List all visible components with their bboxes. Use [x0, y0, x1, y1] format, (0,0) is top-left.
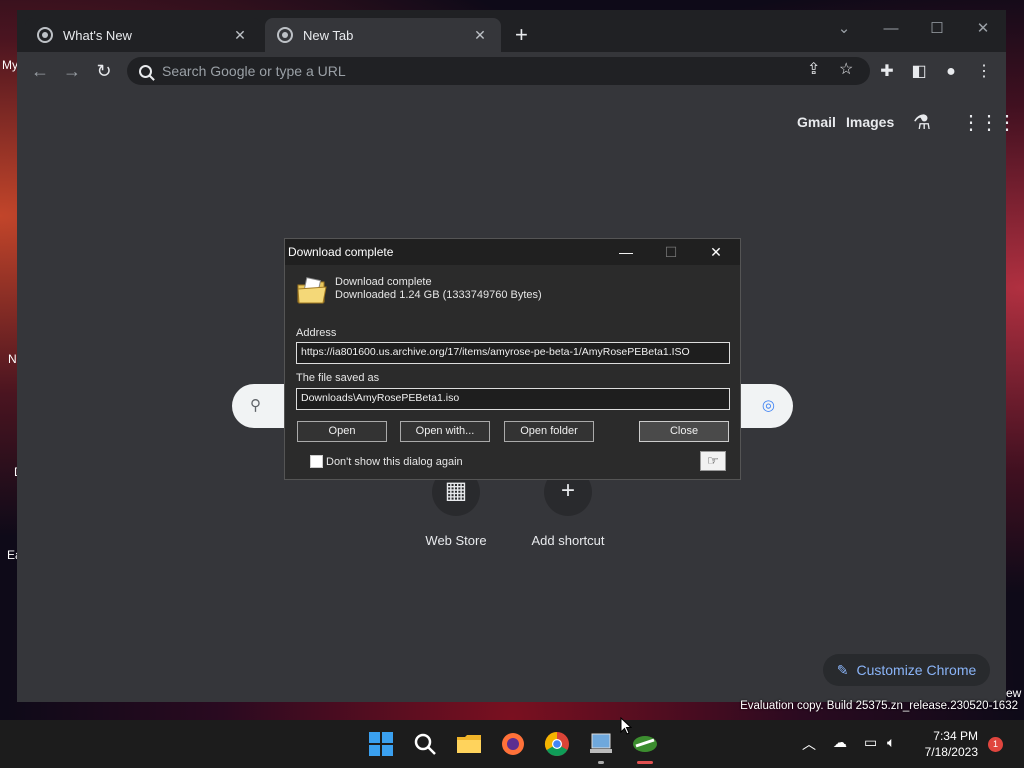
remote-desktop-icon[interactable] — [586, 729, 616, 759]
evaluation-watermark: Evaluation copy. Build 25375.zn_release.… — [740, 700, 1018, 712]
search-icon — [139, 64, 152, 78]
windows-start-icon[interactable] — [366, 729, 396, 759]
clock-time: 7:34 PM — [933, 729, 978, 743]
shortcut-web-store[interactable]: ▦ Web Store — [406, 468, 506, 548]
close-window-button[interactable]: ✕ — [960, 14, 1006, 44]
file-explorer-icon[interactable] — [454, 729, 484, 759]
dialog-body: Download complete Downloaded 1.24 GB (13… — [285, 265, 740, 479]
volume-speaker-icon[interactable]: 🔈︎ — [887, 734, 895, 751]
bookmark-star-icon[interactable]: ☆ — [839, 59, 853, 79]
close-button[interactable]: Close — [639, 421, 729, 442]
images-link[interactable]: Images — [846, 114, 894, 130]
tab-whats-new[interactable]: What's New ✕ — [25, 18, 261, 52]
chrome-menu-icon[interactable]: ⋮ — [970, 58, 998, 86]
saved-path-field[interactable]: Downloads\AmyRosePEBeta1.iso — [296, 388, 730, 410]
new-tab-button[interactable]: + — [515, 24, 528, 46]
tab-new-tab[interactable]: New Tab ✕ — [265, 18, 501, 52]
saved-as-label: The file saved as — [296, 372, 380, 384]
tab-title: What's New — [63, 27, 132, 43]
system-clock[interactable]: 7:34 PM 7/18/2023 — [925, 728, 978, 760]
browser-toolbar: ← → ↻ Search Google or type a URL ⇪ ☆ ✚ … — [17, 52, 1006, 90]
minimize-button[interactable]: — — [868, 14, 914, 44]
show-hidden-icons-chevron-icon[interactable]: ︿ — [802, 734, 816, 754]
dialog-minimize-button[interactable]: — — [604, 241, 648, 263]
drag-hand-icon[interactable]: ☞ — [700, 451, 726, 471]
dialog-close-button[interactable]: ✕ — [694, 241, 738, 263]
desktop-fragment-text: ew — [1006, 686, 1022, 700]
search-icon: ⚲ — [250, 397, 261, 414]
side-panel-icon[interactable]: ◧ — [905, 58, 933, 86]
open-with-button[interactable]: Open with... — [400, 421, 490, 442]
taskbar: ︿ ☁ ▭ 🔈︎ 7:34 PM 7/18/2023 — [0, 720, 1024, 768]
download-folder-icon — [297, 277, 327, 304]
running-indicator — [598, 761, 604, 764]
address-bar[interactable]: Search Google or type a URL — [127, 57, 870, 85]
back-arrow-icon[interactable]: ← — [26, 58, 54, 86]
customize-chrome-button[interactable]: ✎ Customize Chrome — [823, 654, 990, 686]
firefox-icon[interactable] — [498, 729, 528, 759]
download-complete-dialog: Download complete — ☐ ✕ Download complet… — [284, 238, 741, 480]
tab-close-icon[interactable]: ✕ — [471, 27, 489, 44]
gmail-link[interactable]: Gmail — [797, 114, 836, 130]
customize-label: Customize Chrome — [856, 662, 977, 678]
profile-avatar-icon[interactable]: ● — [937, 58, 965, 86]
chrome-favicon-icon — [37, 27, 53, 43]
dialog-title: Download complete — [288, 245, 394, 259]
desktop-icon-label[interactable]: N — [8, 352, 17, 366]
download-size-text: Downloaded 1.24 GB (1333749760 Bytes) — [335, 289, 542, 301]
extensions-puzzle-icon[interactable]: ✚ — [873, 58, 901, 86]
labs-flask-icon[interactable]: ⚗ — [913, 110, 931, 135]
open-folder-button[interactable]: Open folder — [504, 421, 594, 442]
maximize-button[interactable]: ☐ — [914, 14, 960, 44]
chrome-icon[interactable] — [542, 729, 572, 759]
pencil-icon: ✎ — [836, 661, 849, 678]
share-icon[interactable]: ⇪ — [807, 59, 820, 79]
network-icon[interactable]: ▭ — [864, 734, 877, 751]
search-icon[interactable] — [410, 729, 440, 759]
tab-search-dropdown-icon[interactable]: ⌄ — [821, 14, 867, 44]
clock-date: 7/18/2023 — [924, 745, 978, 759]
shortcut-label: Add shortcut — [531, 533, 605, 548]
forward-arrow-icon[interactable]: → — [58, 58, 86, 86]
idm-icon[interactable] — [630, 729, 660, 759]
dont-show-checkbox[interactable] — [310, 455, 323, 468]
dialog-maximize-button: ☐ — [664, 244, 678, 260]
dialog-heading: Download complete — [335, 276, 432, 288]
omnibox-placeholder: Search Google or type a URL — [162, 63, 346, 79]
mouse-cursor-icon — [620, 717, 632, 735]
open-button[interactable]: Open — [297, 421, 387, 442]
notification-badge[interactable]: 1 — [988, 737, 1003, 752]
google-lens-icon[interactable]: ◎ — [762, 396, 775, 414]
chrome-favicon-icon — [277, 27, 293, 43]
dont-show-label: Don't show this dialog again — [326, 456, 463, 468]
shortcut-label: Web Store — [425, 533, 487, 548]
tab-title: New Tab — [303, 27, 354, 43]
shortcut-add[interactable]: + Add shortcut — [518, 468, 618, 548]
onedrive-cloud-icon[interactable]: ☁ — [833, 734, 847, 751]
active-indicator — [637, 761, 653, 764]
address-field[interactable]: https://ia801600.us.archive.org/17/items… — [296, 342, 730, 364]
tab-strip: What's New ✕ New Tab ✕ + ⌄ — ☐ ✕ — [17, 10, 1006, 52]
apps-grid-icon[interactable]: ⋮⋮⋮ — [961, 110, 1017, 135]
tab-close-icon[interactable]: ✕ — [231, 27, 249, 44]
reload-icon[interactable]: ↻ — [90, 58, 118, 86]
desktop-icon-label[interactable]: My — [2, 58, 18, 72]
address-label: Address — [296, 327, 337, 339]
